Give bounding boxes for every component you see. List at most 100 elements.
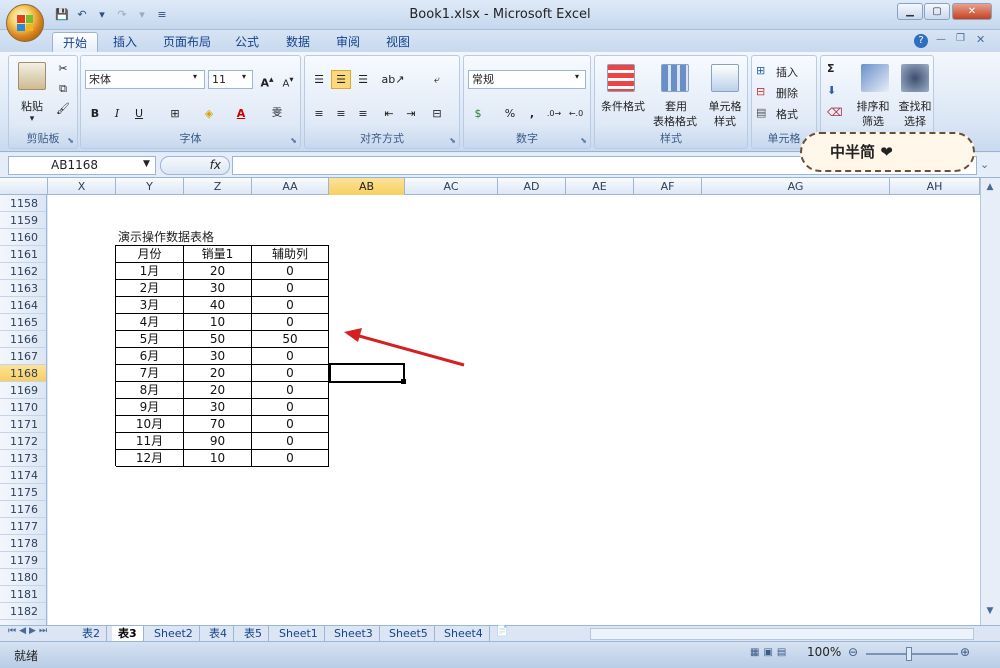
column-header-aa[interactable]: AA: [252, 178, 329, 195]
table-cell[interactable]: 7月: [116, 365, 184, 382]
tab-review[interactable]: 审阅: [326, 32, 370, 52]
column-header-ab[interactable]: AB: [329, 178, 405, 195]
increase-decimal-icon[interactable]: .0→: [544, 104, 564, 123]
table-cell[interactable]: 0: [252, 450, 329, 467]
cell-styles-icon[interactable]: [711, 64, 739, 92]
column-header-ad[interactable]: AD: [498, 178, 566, 195]
table-cell[interactable]: 0: [252, 416, 329, 433]
row-header[interactable]: 1181: [0, 586, 46, 603]
decrease-indent-icon[interactable]: ⇤: [379, 104, 399, 123]
format-painter-icon[interactable]: 🖌: [55, 102, 71, 115]
table-cell[interactable]: 0: [252, 263, 329, 280]
table-cell[interactable]: 20: [184, 263, 252, 280]
table-cell[interactable]: 4月: [116, 314, 184, 331]
format-cells-button[interactable]: 格式: [776, 106, 798, 122]
table-cell[interactable]: 30: [184, 399, 252, 416]
minimize-button[interactable]: ▁: [897, 3, 923, 20]
sort-filter-label-2[interactable]: 筛选: [851, 113, 895, 129]
tab-page-layout[interactable]: 页面布局: [153, 32, 221, 52]
tab-data[interactable]: 数据: [276, 32, 320, 52]
row-header[interactable]: 1176: [0, 501, 46, 518]
row-header[interactable]: 1177: [0, 518, 46, 535]
zoom-in-icon[interactable]: ⊕: [960, 645, 970, 659]
fill-handle[interactable]: [401, 379, 406, 384]
insert-sheet-icon[interactable]: 📄: [496, 626, 508, 637]
insert-cells-button[interactable]: 插入: [776, 64, 798, 80]
align-center-icon[interactable]: ≡: [331, 104, 351, 123]
find-select-label-1[interactable]: 查找和: [893, 98, 937, 114]
horizontal-scrollbar[interactable]: [590, 628, 974, 640]
row-header[interactable]: 1170: [0, 399, 46, 416]
tab-formulas[interactable]: 公式: [225, 32, 269, 52]
table-cell[interactable]: 0: [252, 314, 329, 331]
table-cell[interactable]: 8月: [116, 382, 184, 399]
orientation-icon[interactable]: ab↗: [379, 70, 407, 89]
zoom-slider-thumb[interactable]: [906, 647, 912, 661]
table-cell[interactable]: 0: [252, 280, 329, 297]
copy-icon[interactable]: ⧉: [55, 82, 71, 96]
merge-center-icon[interactable]: ⊟: [427, 104, 447, 123]
phonetic-icon[interactable]: 雯: [267, 104, 287, 123]
bold-button[interactable]: B: [85, 104, 105, 123]
table-cell[interactable]: 10: [184, 450, 252, 467]
table-cell[interactable]: 90: [184, 433, 252, 450]
help-icon[interactable]: ?: [914, 34, 928, 48]
sheet-tab[interactable]: 表4: [203, 626, 234, 642]
font-size-select[interactable]: 11: [208, 70, 253, 89]
clear-icon[interactable]: ⌫: [827, 106, 843, 119]
table-cell[interactable]: 0: [252, 382, 329, 399]
table-cell[interactable]: 30: [184, 348, 252, 365]
table-cell[interactable]: 0: [252, 433, 329, 450]
zoom-level[interactable]: 100%: [807, 645, 841, 659]
sheet-tab[interactable]: 表2: [76, 626, 107, 642]
clipboard-launcher-icon[interactable]: ⬊: [67, 136, 74, 145]
align-middle-icon[interactable]: ☰: [331, 70, 351, 89]
fill-color-icon[interactable]: ◈: [199, 104, 219, 123]
row-header[interactable]: 1179: [0, 552, 46, 569]
table-cell[interactable]: 12月: [116, 450, 184, 467]
scroll-down-icon[interactable]: ▼: [984, 606, 996, 620]
align-right-icon[interactable]: ≡: [353, 104, 373, 123]
currency-icon[interactable]: $: [468, 104, 488, 123]
zoom-out-icon[interactable]: ⊖: [848, 645, 858, 659]
table-cell[interactable]: 0: [252, 297, 329, 314]
table-cell[interactable]: 40: [184, 297, 252, 314]
sort-filter-label-1[interactable]: 排序和: [851, 98, 895, 114]
delete-cells-button[interactable]: 删除: [776, 85, 798, 101]
row-header[interactable]: 1169: [0, 382, 46, 399]
align-left-icon[interactable]: ≡: [309, 104, 329, 123]
cell-styles-label-2[interactable]: 样式: [703, 113, 747, 129]
name-box-dropdown-icon[interactable]: ▼: [143, 159, 150, 169]
table-header-cell[interactable]: 销量1: [184, 246, 252, 263]
column-header-ag[interactable]: AG: [702, 178, 890, 195]
row-header[interactable]: 1174: [0, 467, 46, 484]
format-as-table-label-2[interactable]: 表格格式: [645, 113, 705, 129]
table-cell[interactable]: 11月: [116, 433, 184, 450]
paste-button[interactable]: 粘贴: [15, 98, 49, 114]
row-header[interactable]: 1178: [0, 535, 46, 552]
sort-filter-icon[interactable]: [861, 64, 889, 92]
number-launcher-icon[interactable]: ⬊: [580, 136, 587, 145]
sheet-tab[interactable]: 表5: [238, 626, 269, 642]
table-cell[interactable]: 10: [184, 314, 252, 331]
column-header-y[interactable]: Y: [116, 178, 184, 195]
fill-icon[interactable]: ⬇: [827, 84, 836, 97]
table-cell[interactable]: 2月: [116, 280, 184, 297]
table-header-cell[interactable]: 辅助列: [252, 246, 329, 263]
scroll-up-icon[interactable]: ▲: [984, 182, 996, 196]
row-header[interactable]: 1167: [0, 348, 46, 365]
format-as-table-label-1[interactable]: 套用: [651, 98, 701, 114]
column-header-ae[interactable]: AE: [566, 178, 634, 195]
find-select-icon[interactable]: [901, 64, 929, 92]
table-cell[interactable]: 30: [184, 280, 252, 297]
row-header[interactable]: 1180: [0, 569, 46, 586]
column-header-z[interactable]: Z: [184, 178, 252, 195]
vertical-scrollbar[interactable]: ▲ ▼: [980, 178, 1000, 625]
sheet-tab[interactable]: Sheet5: [383, 626, 435, 642]
row-header[interactable]: 1159: [0, 212, 46, 229]
row-header[interactable]: 1158: [0, 195, 46, 212]
font-launcher-icon[interactable]: ⬊: [290, 136, 297, 145]
column-header-x[interactable]: X: [48, 178, 116, 195]
table-cell[interactable]: 70: [184, 416, 252, 433]
find-select-label-2[interactable]: 选择: [893, 113, 937, 129]
